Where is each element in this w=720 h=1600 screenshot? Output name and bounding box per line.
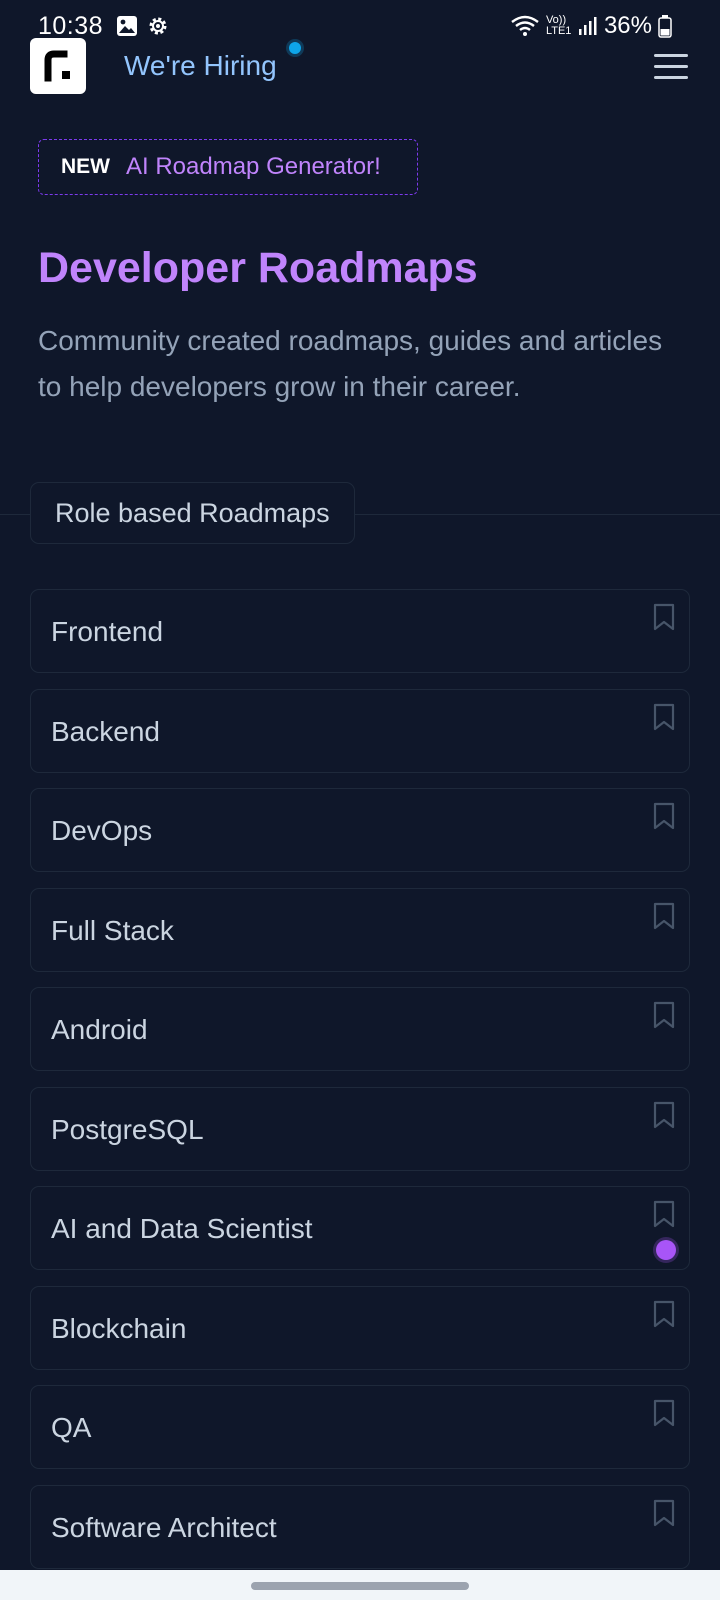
new-badge: NEW xyxy=(61,155,110,178)
new-indicator-dot xyxy=(656,1240,676,1260)
ai-roadmap-generator-banner[interactable]: NEW AI Roadmap Generator! xyxy=(38,139,418,195)
roadmap-item[interactable]: Backend xyxy=(30,688,690,773)
roadmap-label: AI and Data Scientist xyxy=(51,1213,313,1244)
roadmap-label: PostgreSQL xyxy=(51,1113,204,1145)
roadmap-logo[interactable] xyxy=(30,38,86,94)
promo-text: AI Roadmap Generator! xyxy=(126,153,381,180)
roadmap-label: QA xyxy=(51,1412,92,1443)
roadmap-list: Frontend Backend DevOps Full Stack Andro… xyxy=(30,589,690,1584)
roadmap-label: Blockchain xyxy=(51,1312,187,1344)
roadmap-item[interactable]: Software Architect xyxy=(30,1484,690,1569)
page-title: Developer Roadmaps xyxy=(38,244,478,292)
section-label-role-based: Role based Roadmaps xyxy=(30,482,355,544)
wifi-icon xyxy=(511,15,539,36)
bookmark-icon[interactable] xyxy=(651,1000,677,1030)
roadmap-item[interactable]: Full Stack xyxy=(30,887,690,972)
bookmark-icon[interactable] xyxy=(651,602,677,632)
roadmap-label: Frontend xyxy=(51,616,164,647)
roadmap-item[interactable]: Frontend xyxy=(30,589,690,673)
hiring-link[interactable]: We're Hiring xyxy=(124,50,277,82)
roadmap-label: Backend xyxy=(51,715,160,747)
bookmark-icon[interactable] xyxy=(651,1199,677,1229)
roadmap-item[interactable]: DevOps xyxy=(30,788,690,872)
network-label: Vo)) LTE1 xyxy=(545,14,572,37)
roadmap-item[interactable]: QA xyxy=(30,1385,690,1469)
bookmark-icon[interactable] xyxy=(651,801,677,831)
roadmap-logo-icon xyxy=(44,50,70,82)
roadmap-label: Full Stack xyxy=(51,914,174,946)
roadmap-item[interactable]: PostgreSQL xyxy=(30,1086,690,1171)
roadmap-label: Android xyxy=(51,1014,148,1045)
battery-icon xyxy=(658,15,672,38)
bookmark-icon[interactable] xyxy=(651,1100,677,1130)
image-icon xyxy=(117,16,137,36)
page-subtitle: Community created roadmaps, guides and a… xyxy=(38,325,663,402)
home-gesture-handle[interactable] xyxy=(251,1582,469,1590)
bookmark-icon[interactable] xyxy=(651,901,677,931)
hamburger-menu-icon[interactable] xyxy=(654,54,688,80)
roadmap-label: Software Architect xyxy=(51,1511,277,1543)
bookmark-icon[interactable] xyxy=(651,1299,677,1329)
roadmap-item[interactable]: Blockchain xyxy=(30,1285,690,1370)
roadmap-item[interactable]: Android xyxy=(30,987,690,1071)
roadmap-label: DevOps xyxy=(51,815,153,846)
system-nav-bar xyxy=(0,1570,720,1600)
gear-icon xyxy=(149,17,167,35)
bookmark-icon[interactable] xyxy=(651,1398,677,1428)
hiring-notification-dot xyxy=(289,42,301,54)
top-header: We're Hiring xyxy=(0,36,720,96)
roadmap-item[interactable]: AI and Data Scientist xyxy=(30,1186,690,1270)
bookmark-icon[interactable] xyxy=(651,1498,677,1528)
bookmark-icon[interactable] xyxy=(651,702,677,732)
signal-icon xyxy=(578,17,597,35)
